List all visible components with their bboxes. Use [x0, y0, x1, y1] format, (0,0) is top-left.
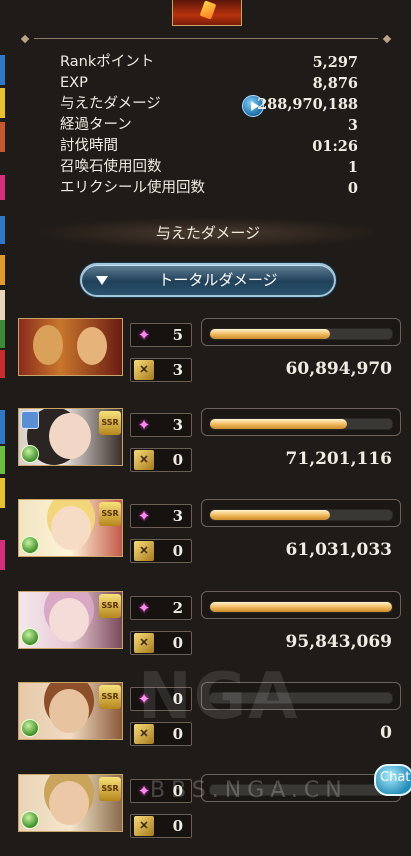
character-portrait	[18, 318, 123, 376]
stat-label: エリクシール使用回数	[60, 180, 205, 196]
stat-label: 与えたダメージ	[60, 96, 161, 112]
watermark: NGA	[138, 660, 300, 734]
total-damage-dropdown[interactable]: トータルダメージ	[80, 263, 336, 297]
chain-count: 0	[172, 634, 183, 652]
damage-gauge	[201, 591, 401, 619]
chain-burst-counter: ✕ 0	[130, 448, 192, 472]
special-star-icon: ✦	[137, 326, 151, 344]
stat-label: Rankポイント	[60, 54, 155, 70]
chain-burst-icon: ✕	[134, 816, 154, 836]
earth-element-icon	[21, 811, 39, 829]
damage-value: 60,894,970	[285, 359, 392, 379]
earth-element-icon	[21, 536, 39, 554]
chain-count: 3	[172, 361, 183, 379]
damage-value: 71,201,116	[285, 449, 392, 469]
chat-label: Chat	[380, 770, 411, 785]
ssr-badge-icon: SSR	[99, 777, 121, 801]
left-color-strip	[0, 0, 6, 828]
special-count: 3	[172, 416, 183, 434]
special-star-icon: ✦	[137, 416, 151, 434]
chain-count: 0	[172, 817, 183, 835]
stat-value: 5,297	[312, 54, 358, 71]
stat-value: 288,970,188	[257, 96, 358, 113]
special-count: 3	[172, 507, 183, 525]
stat-label: 召喚石使用回数	[60, 159, 162, 175]
watermark-url: BBS.NGA.CN	[150, 778, 348, 803]
damage-gauge	[201, 318, 401, 346]
chain-burst-counter: ✕ 3	[130, 358, 192, 382]
triangle-down-icon	[96, 276, 108, 285]
damage-value: 61,031,033	[285, 540, 392, 560]
special-attack-counter: ✦ 3	[130, 504, 192, 528]
damage-section-title: 与えたダメージ	[40, 218, 376, 248]
stat-rank-points: Rankポイント 5,297	[60, 52, 358, 73]
damage-gauge	[201, 408, 401, 436]
quest-crest-icon	[172, 0, 242, 26]
ssr-badge-icon: SSR	[99, 594, 121, 618]
damage-gauge-fill	[210, 510, 331, 520]
stat-turns: 経過ターン 3	[60, 115, 358, 136]
stat-label: 経過ターン	[60, 117, 132, 133]
earth-element-icon	[21, 445, 39, 463]
special-attack-counter: ✦ 3	[130, 413, 192, 437]
damage-value: 95,843,069	[285, 632, 392, 652]
character-portrait: SSR	[18, 682, 123, 740]
stat-label: EXP	[60, 75, 88, 91]
stat-summon-uses: 召喚石使用回数 1	[60, 157, 358, 178]
chain-burst-counter: ✕ 0	[130, 631, 192, 655]
stat-value: 01:26	[312, 138, 358, 155]
damage-gauge	[201, 499, 401, 527]
chain-burst-icon: ✕	[134, 541, 154, 561]
chain-burst-counter: ✕ 0	[130, 814, 192, 838]
stat-label: 討伐時間	[60, 138, 118, 154]
chain-burst-icon: ✕	[134, 633, 154, 653]
character-portrait: SSR	[18, 408, 123, 466]
chain-burst-counter: ✕ 0	[130, 539, 192, 563]
ornament-divider	[14, 34, 398, 44]
damage-value: 0	[380, 723, 392, 743]
ssr-badge-icon: SSR	[99, 685, 121, 709]
stat-elixir-uses: エリクシール使用回数 0	[60, 178, 358, 199]
special-star-icon: ✦	[137, 507, 151, 525]
party-member-row[interactable]: ✦ 5 ✕ 3 60,894,970	[18, 318, 404, 400]
class-icon	[21, 411, 39, 429]
special-count: 2	[172, 599, 183, 617]
character-portrait: SSR	[18, 774, 123, 832]
special-star-icon: ✦	[137, 599, 151, 617]
party-member-row[interactable]: SSR ✦ 3 ✕ 0 61,031,033	[18, 499, 404, 581]
earth-element-icon	[21, 719, 39, 737]
chat-button[interactable]: Chat	[374, 764, 411, 796]
stat-value: 3	[347, 117, 358, 134]
chain-count: 0	[172, 542, 183, 560]
ssr-badge-icon: SSR	[99, 502, 121, 526]
special-attack-counter: ✦ 2	[130, 596, 192, 620]
damage-gauge-fill	[210, 602, 392, 612]
stat-exp: EXP 8,876	[60, 73, 358, 94]
special-attack-counter: ✦ 5	[130, 323, 192, 347]
special-count: 5	[172, 326, 183, 344]
dropdown-label: トータルダメージ	[158, 271, 278, 289]
chain-burst-icon: ✕	[134, 450, 154, 470]
party-member-row[interactable]: SSR ✦ 3 ✕ 0 71,201,116	[18, 408, 404, 490]
chain-burst-icon: ✕	[134, 360, 154, 380]
result-stats: Rankポイント 5,297 EXP 8,876 与えたダメージ 288,970…	[60, 52, 358, 199]
damage-gauge-fill	[210, 329, 331, 339]
character-portrait: SSR	[18, 591, 123, 649]
damage-gauge-fill	[210, 419, 347, 429]
stat-damage-dealt: 与えたダメージ 288,970,188	[60, 94, 358, 117]
stat-clear-time: 討伐時間 01:26	[60, 136, 358, 157]
earth-element-icon	[21, 628, 39, 646]
chain-count: 0	[172, 451, 183, 469]
stat-value: 8,876	[312, 75, 358, 92]
stat-value: 0	[347, 180, 358, 197]
ssr-badge-icon: SSR	[99, 411, 121, 435]
character-portrait: SSR	[18, 499, 123, 557]
stat-value: 1	[347, 159, 358, 176]
